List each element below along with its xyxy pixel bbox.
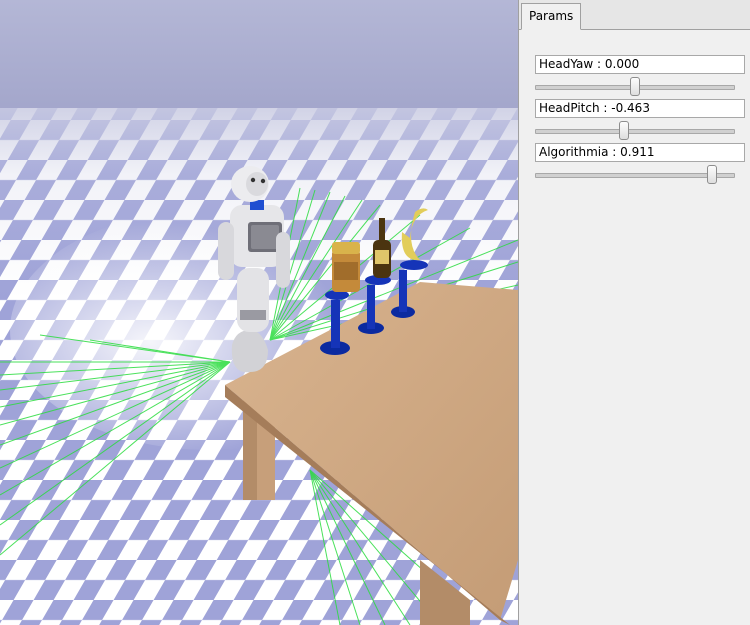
param-headpitch: HeadPitch : -0.463 bbox=[535, 99, 745, 142]
algorithmia-slider-handle[interactable] bbox=[707, 165, 717, 184]
params-panel: Params HeadYaw : 0.000 HeadPitch : -0.46… bbox=[518, 0, 750, 625]
headpitch-slider-handle[interactable] bbox=[619, 121, 629, 140]
param-headyaw: HeadYaw : 0.000 bbox=[535, 55, 745, 98]
params-content: HeadYaw : 0.000 HeadPitch : -0.463 Algor… bbox=[519, 30, 750, 625]
tab-bar: Params bbox=[519, 0, 750, 30]
headpitch-field[interactable]: HeadPitch : -0.463 bbox=[535, 99, 745, 118]
simulation-viewport[interactable] bbox=[0, 0, 518, 625]
headpitch-slider[interactable] bbox=[535, 120, 745, 142]
algorithmia-field[interactable]: Algorithmia : 0.911 bbox=[535, 143, 745, 162]
headyaw-slider-handle[interactable] bbox=[630, 77, 640, 96]
headyaw-slider[interactable] bbox=[535, 76, 745, 98]
param-algorithmia: Algorithmia : 0.911 bbox=[535, 143, 745, 186]
algorithmia-slider[interactable] bbox=[535, 164, 745, 186]
headpitch-slider-track[interactable] bbox=[535, 129, 735, 134]
tab-params[interactable]: Params bbox=[521, 3, 582, 30]
sky bbox=[0, 0, 518, 112]
algorithmia-slider-track[interactable] bbox=[535, 173, 735, 178]
headyaw-field[interactable]: HeadYaw : 0.000 bbox=[535, 55, 745, 74]
